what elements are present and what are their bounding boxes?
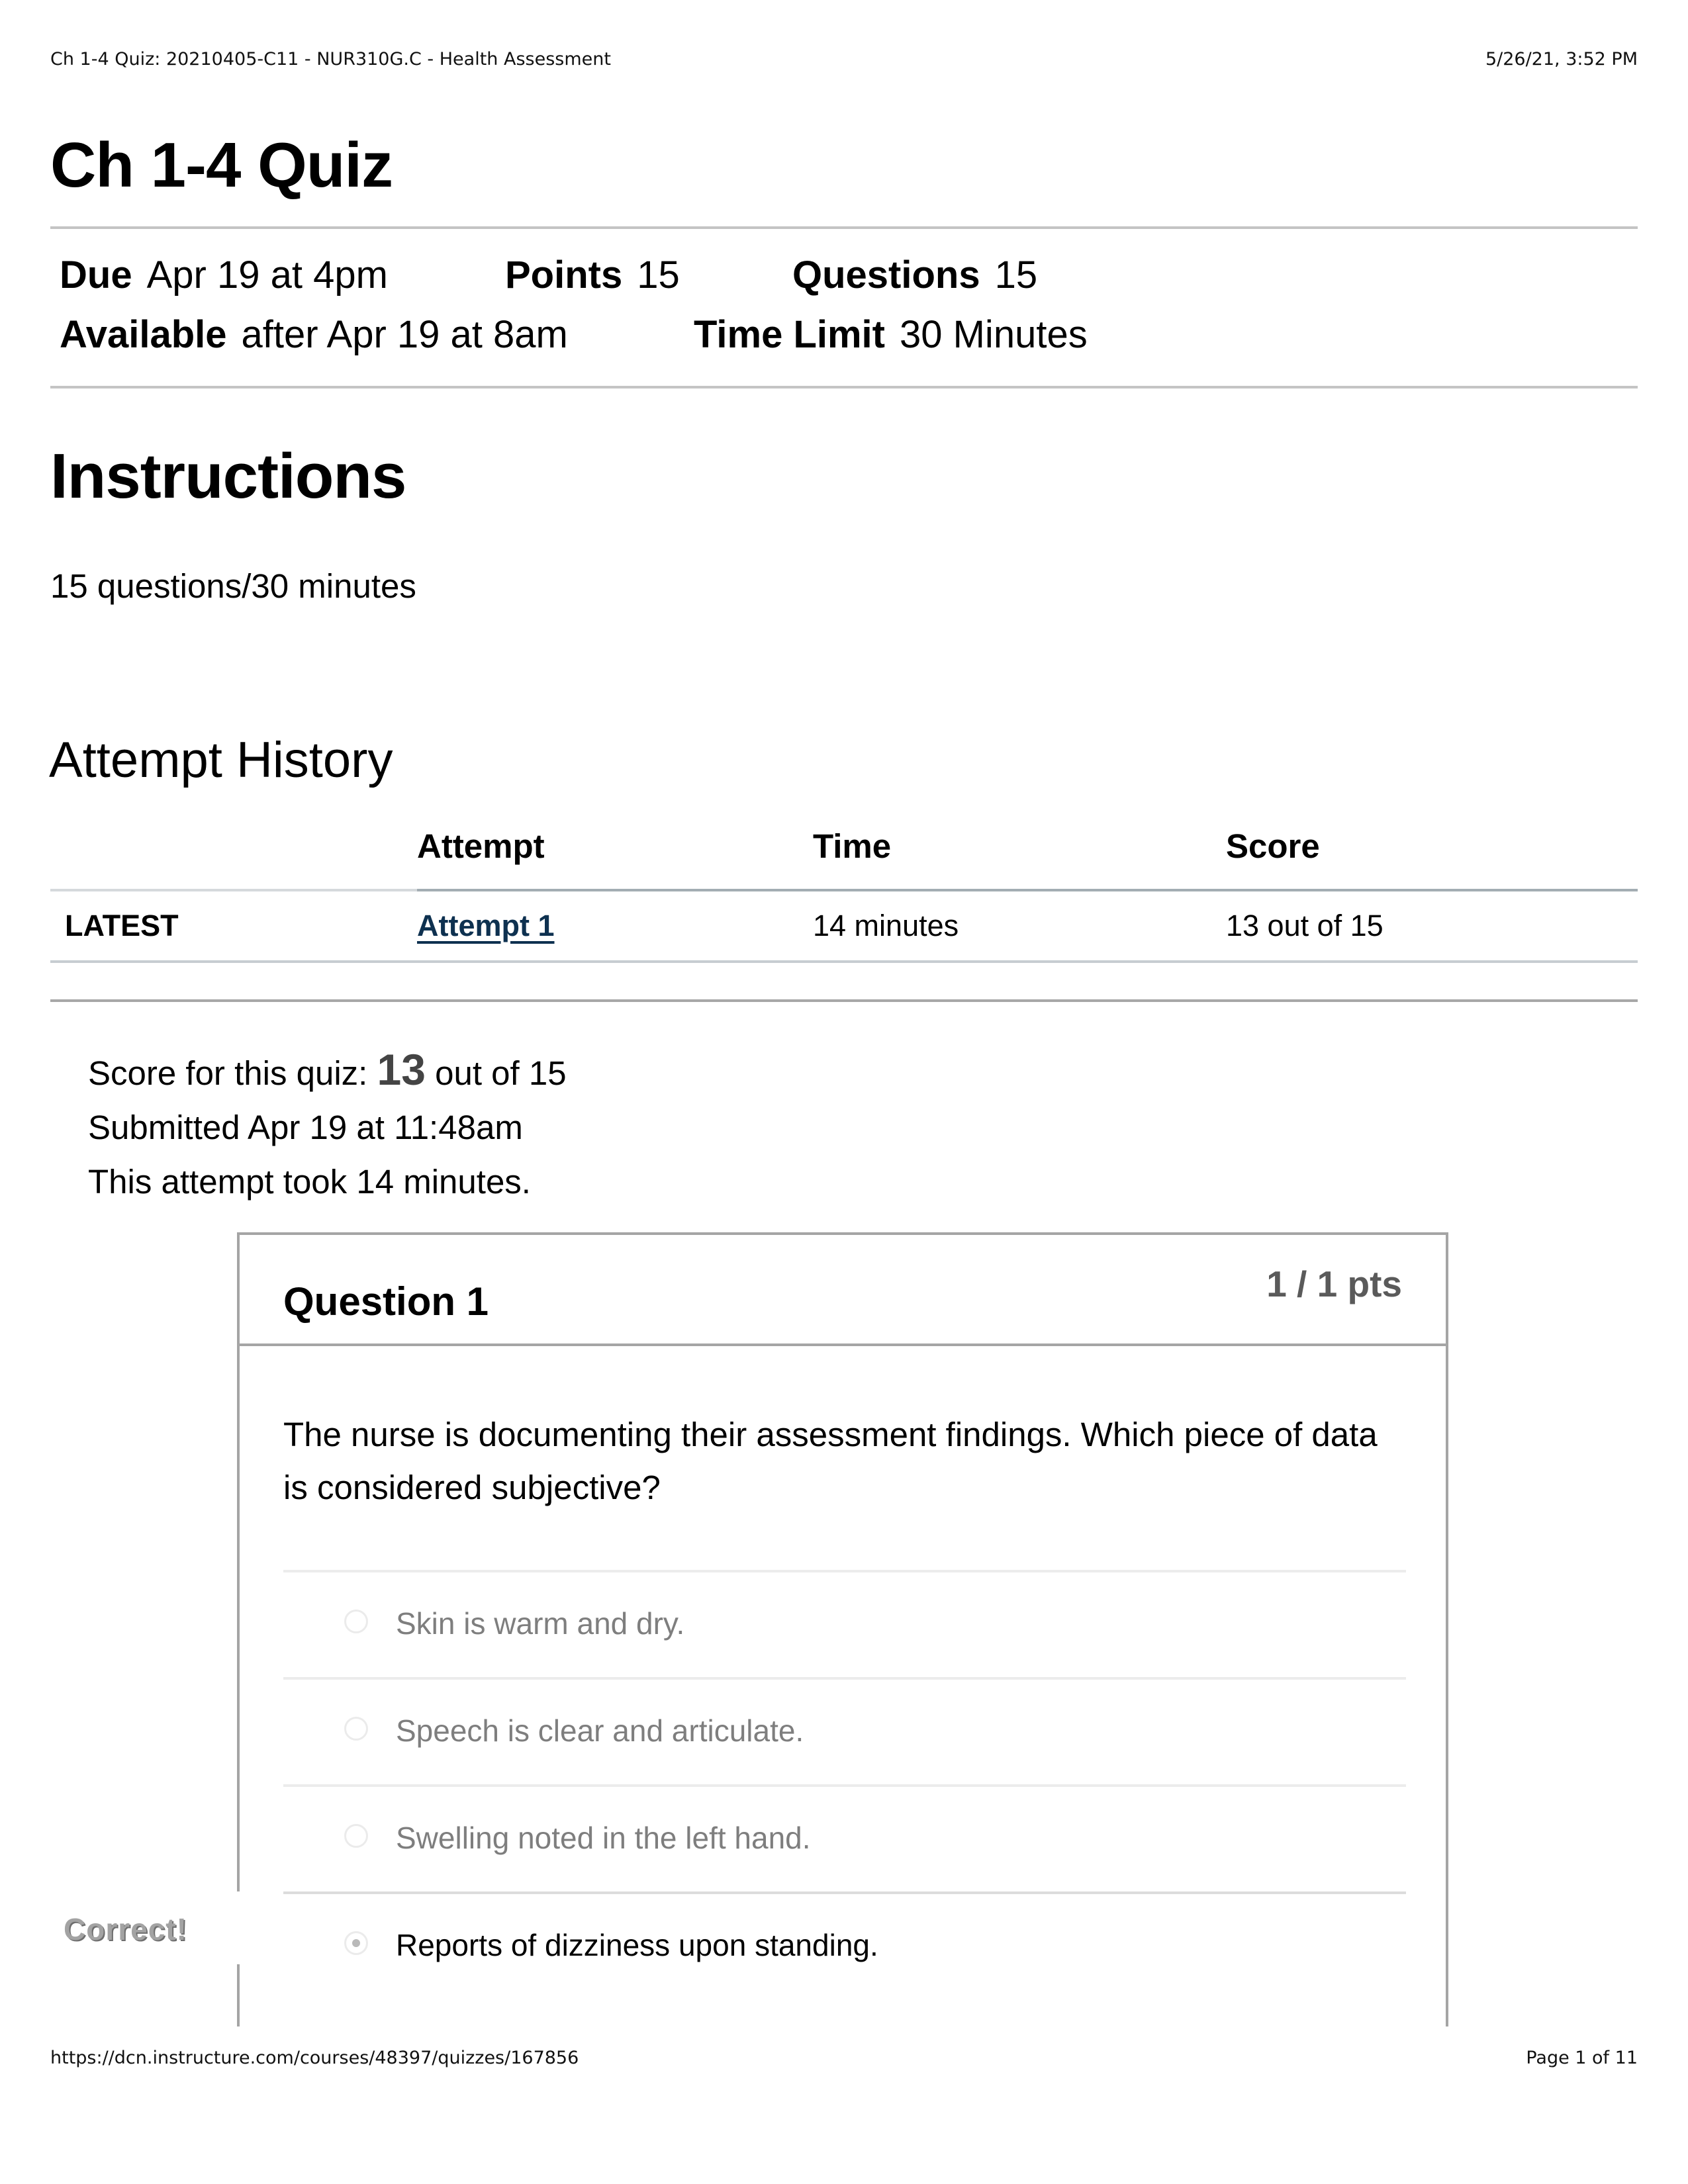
answer-text: Skin is warm and dry. (396, 1606, 685, 1641)
answer-option-selected[interactable]: Reports of dizziness upon standing. (283, 1891, 1406, 1999)
radio-selected-icon[interactable] (344, 1931, 368, 1955)
attempt-time: 14 minutes (813, 890, 1226, 963)
due-info: Due Apr 19 at 4pm (60, 253, 388, 296)
question-text: The nurse is documenting their assessmen… (283, 1416, 1378, 1506)
question-points: 1 / 1 pts (1266, 1263, 1402, 1304)
duration-line: This attempt took 14 minutes. (88, 1163, 531, 1201)
answer-text: Speech is clear and articulate. (396, 1713, 804, 1748)
table-header-row: Attempt Time Score (50, 817, 1638, 891)
divider (50, 226, 1638, 229)
print-footer-page: Page 1 of 11 (1526, 2048, 1638, 2068)
attempt-history-heading: Attempt History (49, 732, 393, 788)
print-header: Ch 1-4 Quiz: 20210405-C11 - NUR310G.C - … (50, 49, 1638, 69)
correct-label: Correct! (64, 1912, 187, 1946)
divider (50, 386, 1638, 388)
print-header-title: Ch 1-4 Quiz: 20210405-C11 - NUR310G.C - … (50, 49, 611, 69)
radio-icon[interactable] (344, 1824, 368, 1848)
questions-info: Questions 15 (792, 253, 1038, 296)
question-card: Question 1 1 / 1 pts The nurse is docume… (237, 1232, 1448, 2026)
answer-text: Swelling noted in the left hand. (396, 1821, 811, 1855)
print-header-datetime: 5/26/21, 3:52 PM (1485, 49, 1638, 69)
answer-option[interactable]: Speech is clear and articulate. (283, 1677, 1406, 1784)
time-limit-info: Time Limit 30 Minutes (694, 313, 1088, 356)
print-footer-url: https://dcn.instructure.com/courses/4839… (50, 2048, 579, 2068)
quiz-summary: Score for this quiz: 13 out of 15 Submit… (88, 1042, 567, 1209)
radio-icon[interactable] (344, 1717, 368, 1741)
attempt-score: 13 out of 15 (1226, 890, 1638, 963)
instructions-text: 15 questions/30 minutes (50, 567, 416, 605)
radio-icon[interactable] (344, 1610, 368, 1633)
correct-indicator: Correct! (53, 1891, 245, 1964)
page-title: Ch 1-4 Quiz (50, 130, 393, 201)
print-footer: https://dcn.instructure.com/courses/4839… (50, 2048, 1638, 2068)
answer-text: Reports of dizziness upon standing. (396, 1928, 878, 1962)
divider (50, 999, 1638, 1002)
column-header-attempt: Attempt (417, 817, 813, 891)
answer-option[interactable]: Skin is warm and dry. (283, 1570, 1406, 1677)
column-header-blank (50, 817, 417, 891)
column-header-time: Time (813, 817, 1226, 891)
question-title: Question 1 (283, 1279, 489, 1324)
attempt-history-table: Attempt Time Score LATEST Attempt 1 14 m… (50, 817, 1638, 963)
answer-list: Skin is warm and dry. Speech is clear an… (283, 1570, 1406, 1999)
attempt-1-link[interactable]: Attempt 1 (417, 909, 555, 942)
table-row: LATEST Attempt 1 14 minutes 13 out of 15 (50, 890, 1638, 963)
score-value: 13 (377, 1045, 426, 1094)
score-line: Score for this quiz: 13 out of 15 (88, 1045, 567, 1094)
answer-option[interactable]: Swelling noted in the left hand. (283, 1784, 1406, 1891)
points-info: Points 15 (505, 253, 680, 296)
submitted-line: Submitted Apr 19 at 11:48am (88, 1109, 523, 1146)
available-info: Available after Apr 19 at 8am (60, 313, 568, 356)
latest-tag: LATEST (50, 890, 417, 963)
column-header-score: Score (1226, 817, 1638, 891)
question-header: Question 1 1 / 1 pts (240, 1235, 1446, 1346)
instructions-heading: Instructions (50, 441, 406, 512)
